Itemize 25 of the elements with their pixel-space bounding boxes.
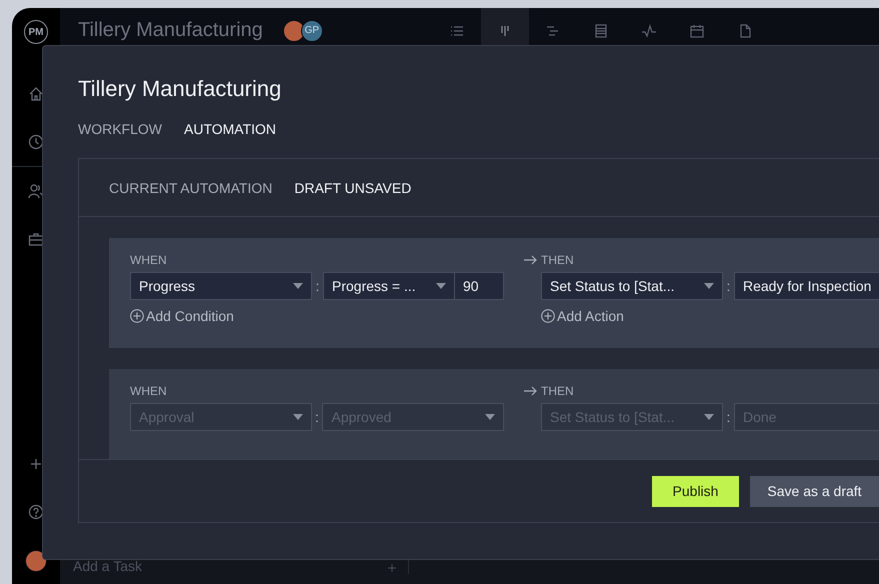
save-draft-button[interactable]: Save as a draft (750, 476, 879, 506)
when-label: WHEN (130, 384, 168, 398)
tab[interactable]: WORKFLOW (78, 120, 162, 138)
colon-separator: : (726, 278, 732, 294)
then-label: THEN (541, 384, 574, 398)
dialog-title: Tillery Manufacturing (78, 76, 282, 102)
project-title: Tillery Manufacturing (78, 19, 263, 42)
tab[interactable]: DRAFT UNSAVED (294, 178, 412, 196)
value-field[interactable]: 90 (454, 272, 504, 300)
operator-dropdown[interactable]: Progress = ... (323, 272, 455, 300)
colon-separator: : (314, 278, 320, 294)
action-dropdown[interactable]: Set Status to [Stat... (541, 272, 723, 300)
add-button[interactable]: Add Action (541, 308, 624, 324)
add-button[interactable]: Add Condition (130, 308, 234, 324)
colon-separator: : (726, 409, 732, 425)
when-label: WHEN (130, 253, 168, 267)
publish-button[interactable]: Publish (652, 476, 739, 506)
then-label: THEN (541, 253, 574, 267)
field-dropdown[interactable]: Progress (130, 272, 312, 300)
tab[interactable]: CURRENT AUTOMATION (109, 178, 272, 196)
status-field[interactable]: Ready for Inspection (734, 272, 879, 300)
logo[interactable]: PM (24, 20, 48, 44)
tab[interactable]: AUTOMATION (184, 120, 276, 138)
colon-separator: : (314, 409, 320, 425)
avatar[interactable]: GP (300, 20, 323, 42)
